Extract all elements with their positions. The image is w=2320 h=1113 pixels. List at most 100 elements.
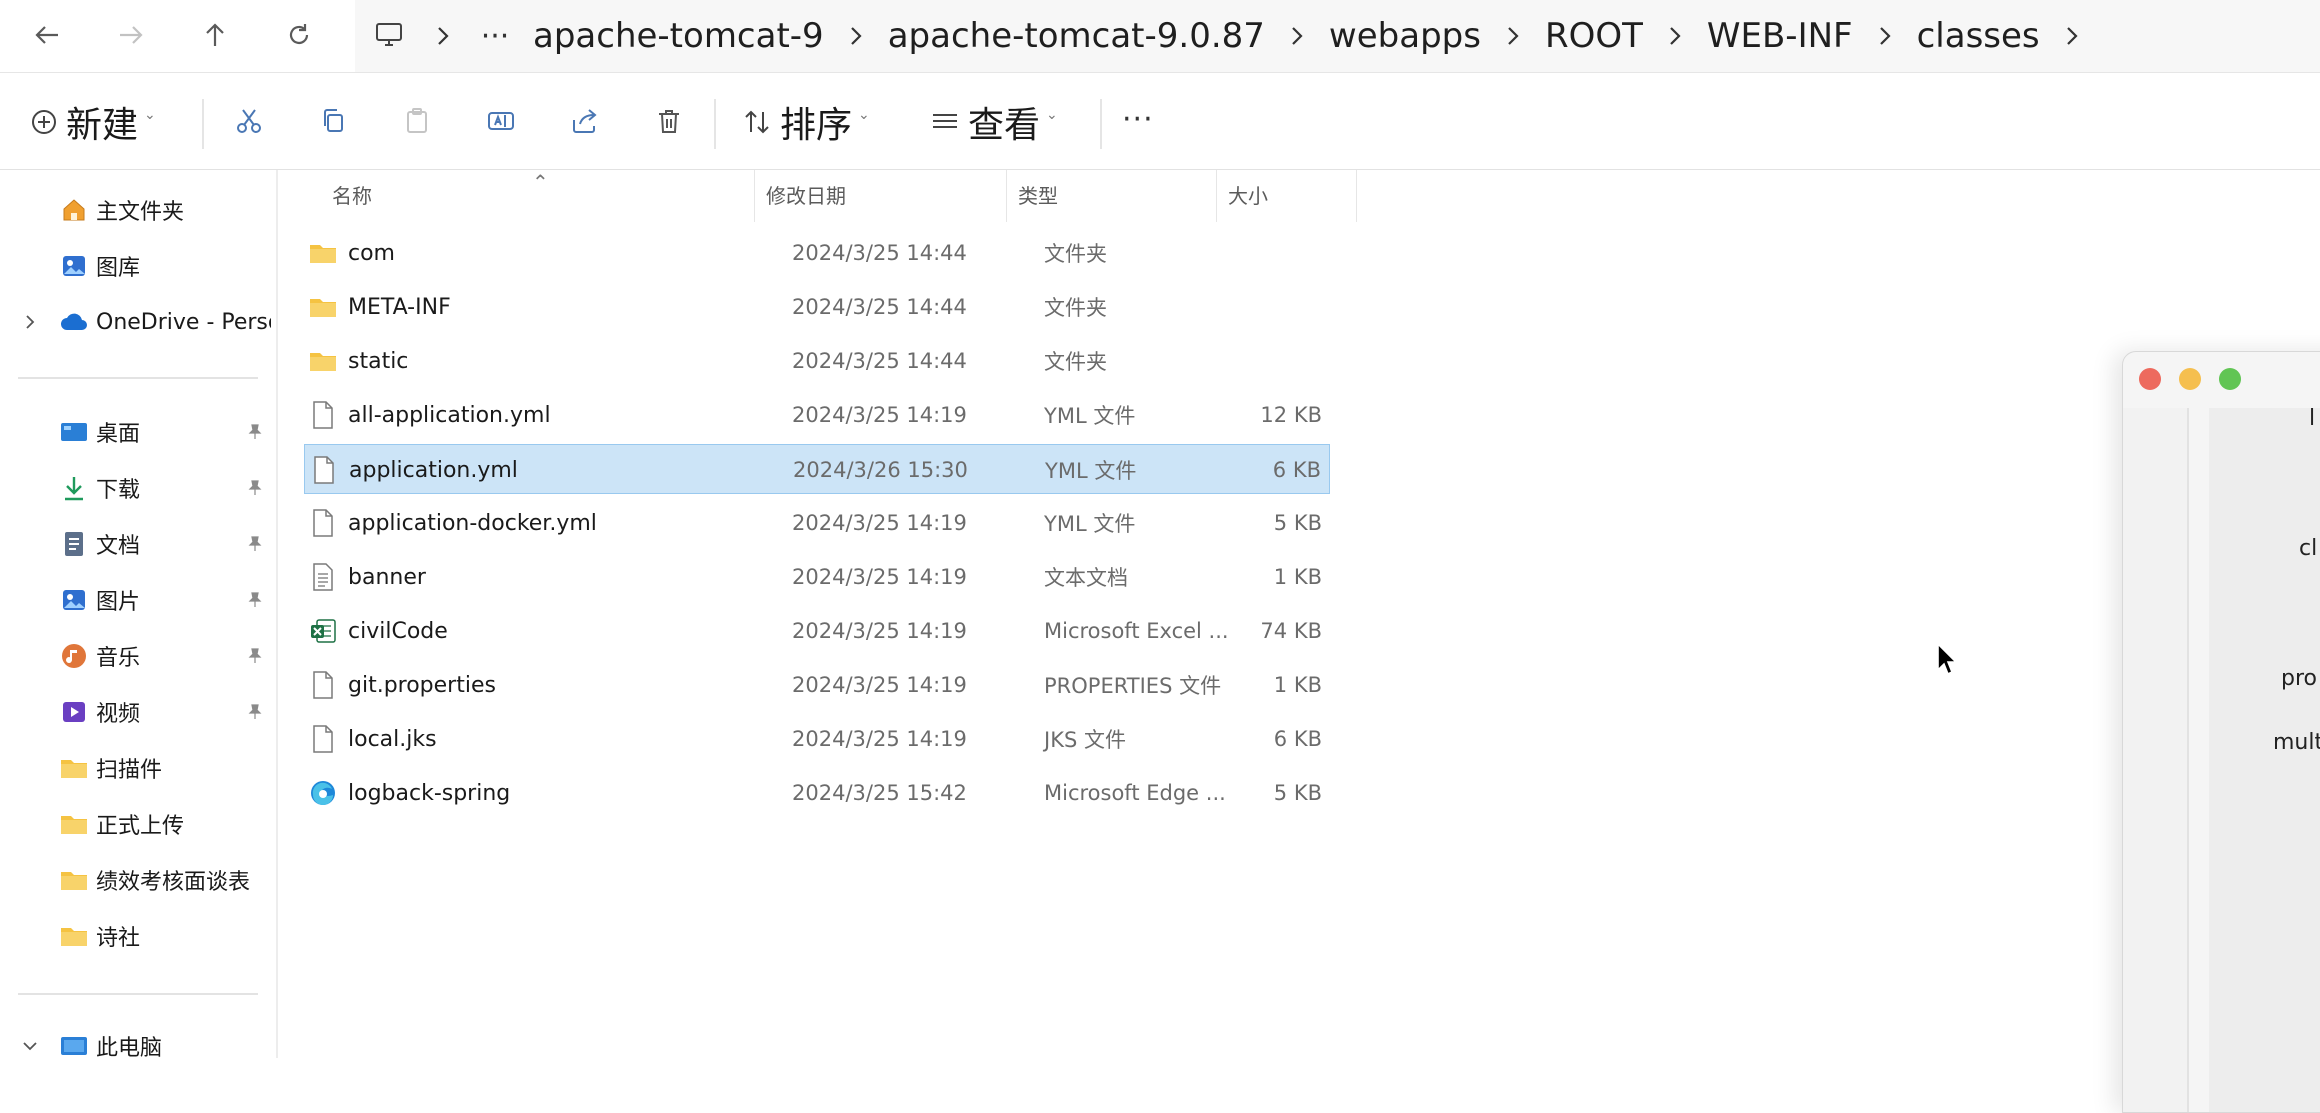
pin-icon[interactable] xyxy=(246,703,264,721)
sidebar-item-folder[interactable]: 诗社 xyxy=(0,910,276,962)
up-button[interactable] xyxy=(190,10,240,60)
cut-button[interactable] xyxy=(224,96,274,146)
sidebar-item-videos[interactable]: 视频 xyxy=(0,686,276,738)
pin-icon[interactable] xyxy=(246,423,264,441)
file-size: 6 KB xyxy=(1272,458,1321,482)
music-icon xyxy=(58,640,90,672)
column-divider[interactable] xyxy=(1216,170,1217,222)
column-divider[interactable] xyxy=(754,170,755,222)
chevron-right-icon[interactable] xyxy=(415,0,471,72)
address-bar: ··· apache-tomcat-9 apache-tomcat-9.0.87… xyxy=(0,0,2320,73)
sidebar-divider xyxy=(18,377,258,379)
chevron-down-icon: ⌄ xyxy=(858,107,870,123)
zoom-window-button[interactable] xyxy=(2219,368,2241,390)
sidebar-item-desktop[interactable]: 桌面 xyxy=(0,406,276,458)
sidebar-item-home[interactable]: 主文件夹 xyxy=(0,184,276,236)
sort-button[interactable]: 排序 ⌄ xyxy=(742,97,870,147)
pin-icon[interactable] xyxy=(246,591,264,609)
minimize-window-button[interactable] xyxy=(2179,368,2201,390)
new-label: 新建 xyxy=(66,105,139,146)
sidebar-item-folder[interactable]: 扫描件 xyxy=(0,742,276,794)
chevron-right-icon[interactable] xyxy=(1647,0,1703,72)
folder-icon xyxy=(58,808,90,840)
breadcrumb[interactable]: ··· apache-tomcat-9 apache-tomcat-9.0.87… xyxy=(355,0,2320,72)
home-icon xyxy=(58,194,90,226)
breadcrumb-item[interactable]: classes xyxy=(1913,16,2044,56)
file-date: 2024/3/25 15:42 xyxy=(792,781,967,805)
column-header-name[interactable]: 名称 xyxy=(332,170,372,218)
file-type: Microsoft Excel ... xyxy=(1044,619,1229,643)
rename-button[interactable] xyxy=(476,96,526,146)
file-row[interactable]: logback-spring 2024/3/25 15:42 Microsoft… xyxy=(304,768,1330,818)
file-row[interactable]: all-application.yml 2024/3/25 14:19 YML … xyxy=(304,390,1330,440)
file-row[interactable]: git.properties 2024/3/25 14:19 PROPERTIE… xyxy=(304,660,1330,710)
column-header-size[interactable]: 大小 xyxy=(1228,170,1268,218)
breadcrumb-item[interactable]: ROOT xyxy=(1541,16,1647,56)
file-name: git.properties xyxy=(348,672,496,698)
sidebar-item-gallery[interactable]: 图库 xyxy=(0,240,276,292)
file-name: static xyxy=(348,348,409,374)
command-bar: 新建 ⌄ 排序 ⌄ 查看 ⌄ ··· xyxy=(0,73,2320,170)
column-divider[interactable] xyxy=(1006,170,1007,222)
file-row[interactable]: META-INF 2024/3/25 14:44 文件夹 xyxy=(304,282,1330,332)
this-pc-icon[interactable] xyxy=(372,18,406,52)
file-row[interactable]: civilCode 2024/3/25 14:19 Microsoft Exce… xyxy=(304,606,1330,656)
pin-icon[interactable] xyxy=(246,535,264,553)
chevron-right-icon[interactable] xyxy=(1269,0,1325,72)
breadcrumb-item[interactable]: apache-tomcat-9 xyxy=(529,16,828,56)
sidebar-item-this-pc[interactable]: 此电脑 xyxy=(0,1020,276,1072)
share-button[interactable] xyxy=(560,96,610,146)
sidebar-item-pictures[interactable]: 图片 xyxy=(0,574,276,626)
column-divider[interactable] xyxy=(1356,170,1357,222)
back-button[interactable] xyxy=(22,10,72,60)
chevron-right-icon[interactable] xyxy=(1485,0,1541,72)
sidebar-item-music[interactable]: 音乐 xyxy=(0,630,276,682)
breadcrumb-item[interactable]: webapps xyxy=(1325,16,1485,56)
file-name: application-docker.yml xyxy=(348,510,597,536)
mouse-cursor-icon xyxy=(1937,642,1958,676)
download-icon xyxy=(58,472,90,504)
close-window-button[interactable] xyxy=(2139,368,2161,390)
breadcrumb-item[interactable]: apache-tomcat-9.0.87 xyxy=(884,16,1269,56)
sidebar-item-documents[interactable]: 文档 xyxy=(0,518,276,570)
pin-icon[interactable] xyxy=(246,479,264,497)
paste-button[interactable] xyxy=(392,96,442,146)
file-row[interactable]: application-docker.yml 2024/3/25 14:19 Y… xyxy=(304,498,1330,548)
breadcrumb-item[interactable]: WEB-INF xyxy=(1703,16,1857,56)
chevron-right-icon[interactable] xyxy=(20,312,40,332)
chevron-right-icon[interactable] xyxy=(1857,0,1913,72)
rename-icon xyxy=(488,112,514,130)
sidebar-item-folder[interactable]: 正式上传 xyxy=(0,798,276,850)
scissors-icon xyxy=(237,109,261,133)
column-header-modified[interactable]: 修改日期 xyxy=(766,170,846,218)
sidebar-item-folder[interactable]: 绩效考核面谈表 xyxy=(0,854,276,906)
file-row-selected[interactable]: application.yml 2024/3/26 15:30 YML 文件 6… xyxy=(304,444,1330,494)
pin-icon[interactable] xyxy=(246,647,264,665)
sidebar-item-label: 桌面 xyxy=(96,422,141,447)
sidebar-item-label: 图片 xyxy=(96,590,141,615)
forward-button[interactable] xyxy=(106,10,156,60)
chevron-right-icon[interactable] xyxy=(2044,0,2100,72)
file-size: 1 KB xyxy=(1273,673,1322,697)
sidebar-item-downloads[interactable]: 下载 xyxy=(0,462,276,514)
delete-button[interactable] xyxy=(644,96,694,146)
file-row[interactable]: com 2024/3/25 14:44 文件夹 xyxy=(304,228,1330,278)
view-button[interactable]: 查看 ⌄ xyxy=(930,97,1058,147)
text-file-icon xyxy=(308,552,338,602)
sidebar-item-onedrive[interactable]: OneDrive - Perso xyxy=(0,296,276,348)
file-date: 2024/3/25 14:19 xyxy=(792,403,967,427)
chevron-right-icon[interactable] xyxy=(828,0,884,72)
overlapping-window[interactable]: l cl pro mult xyxy=(2122,351,2320,1113)
chevron-down-icon[interactable] xyxy=(20,1036,40,1056)
file-size: 6 KB xyxy=(1273,727,1322,751)
file-row[interactable]: static 2024/3/25 14:44 文件夹 xyxy=(304,336,1330,386)
breadcrumb-overflow[interactable]: ··· xyxy=(471,19,519,54)
more-options-button[interactable]: ··· xyxy=(1122,99,1154,139)
file-row[interactable]: local.jks 2024/3/25 14:19 JKS 文件 6 KB xyxy=(304,714,1330,764)
file-row[interactable]: banner 2024/3/25 14:19 文本文档 1 KB xyxy=(304,552,1330,602)
column-header-type[interactable]: 类型 xyxy=(1018,170,1058,218)
copy-button[interactable] xyxy=(308,96,358,146)
file-date: 2024/3/25 14:19 xyxy=(792,511,967,535)
new-button[interactable]: 新建 ⌄ xyxy=(30,97,156,147)
refresh-button[interactable] xyxy=(274,10,324,60)
